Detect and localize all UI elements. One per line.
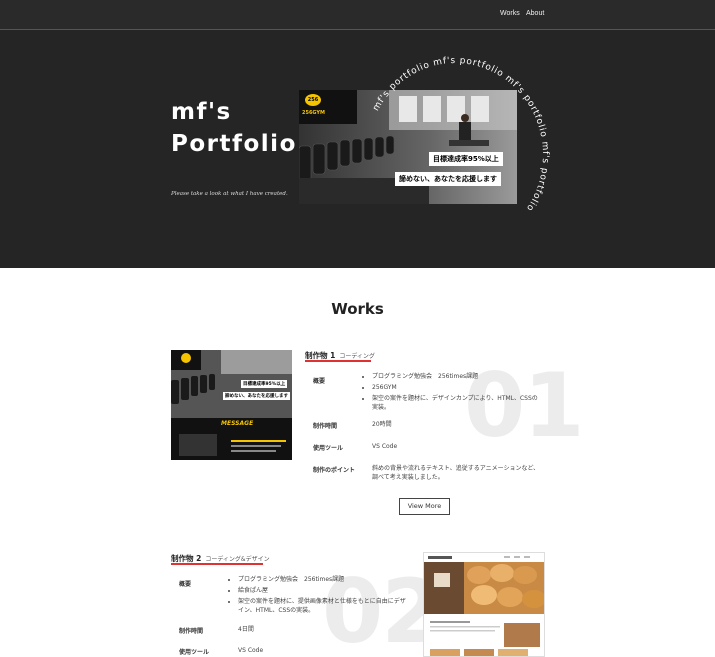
svg-text:mf's portfolio mf's portfolio: mf's portfolio mf's portfolio mf's portf… bbox=[371, 56, 550, 213]
work1-time: 20時間 bbox=[372, 421, 392, 428]
nav-link-works[interactable]: Works bbox=[500, 10, 520, 17]
work1-overview: プログラミング勉強会 256times課題 256GYM 架空の案件を題材に、デ… bbox=[364, 372, 542, 414]
work1-overview-item: 架空の案件を題材に、デザインカンプにより、HTML、CSSの実装。 bbox=[372, 394, 542, 412]
work2-tools: VS Code bbox=[238, 647, 264, 654]
work2-overview-item: プログラミング勉強会 256times課題 bbox=[238, 575, 410, 584]
ring-text: mf's portfolio mf's portfolio mf's portf… bbox=[371, 56, 549, 213]
work1-tools-label: 使用ツール bbox=[313, 445, 344, 452]
work2-time: 4日間 bbox=[238, 626, 254, 633]
work2-thumbnail[interactable] bbox=[423, 552, 545, 657]
work2-title-underline bbox=[171, 563, 263, 565]
works-heading: Works bbox=[331, 300, 384, 318]
work2-time-label: 制作時間 bbox=[179, 628, 204, 635]
work1-overview-item: プログラミング勉強会 256times課題 bbox=[372, 372, 542, 381]
work1-title-text: 制作物 1 bbox=[305, 351, 336, 360]
rotating-ring-text: mf's portfolio mf's portfolio mf's portf… bbox=[371, 56, 550, 213]
work1-points: 斜めの背景や流れるテキスト、追従するアニメーションなど、調べて考え実装しました。 bbox=[372, 465, 540, 481]
work2-overview-item: 給食ぱん屋 bbox=[238, 586, 410, 595]
hero-title-line2: Portfolio bbox=[171, 131, 297, 157]
work1-thumb-badge2: 諦めない、あなたを応援します bbox=[223, 392, 290, 400]
work1-points-label: 制作のポイント bbox=[313, 467, 356, 474]
work1-title-underline bbox=[305, 360, 371, 362]
nav-link-about[interactable]: About bbox=[526, 10, 544, 17]
work1-overview-label: 概要 bbox=[313, 378, 326, 385]
top-navbar: Works About bbox=[0, 0, 715, 30]
hero-section: mf's Portfolio Please take a look at wha… bbox=[0, 30, 715, 268]
hero-title-line1: mf's bbox=[171, 99, 232, 125]
work1-thumb-badge1: 目標達成率95%以上 bbox=[241, 380, 288, 388]
work2-overview-item: 架空の案件を題材に、提供画像素材と仕様をもとに自由にデザイン、HTML、CSSの… bbox=[238, 597, 410, 615]
gym-logo-number: 256 bbox=[305, 94, 321, 106]
work1-overview-item: 256GYM bbox=[372, 383, 542, 392]
work2-tag: コーディング&デザイン bbox=[205, 556, 270, 563]
hero-title: mf's Portfolio bbox=[171, 96, 301, 160]
work2-title-text: 制作物 2 bbox=[171, 554, 202, 563]
work1-tools: VS Code bbox=[372, 443, 398, 450]
work1-thumbnail-image bbox=[171, 350, 292, 460]
work1-tag: コーディング bbox=[339, 353, 375, 360]
hero-subtitle: Please take a look at what I have create… bbox=[171, 191, 288, 197]
work2-overview: プログラミング勉強会 256times課題 給食ぱん屋 架空の案件を題材に、提供… bbox=[230, 575, 410, 617]
work2-tools-label: 使用ツール bbox=[179, 649, 210, 656]
gym-logo-name: 256GYM bbox=[302, 110, 326, 116]
work2-overview-label: 概要 bbox=[179, 581, 192, 588]
work1-thumb-message: MESSAGE bbox=[221, 420, 254, 427]
work2-thumbnail-image bbox=[424, 553, 544, 656]
work1-view-more-button[interactable]: View More bbox=[399, 498, 450, 515]
work1-time-label: 制作時間 bbox=[313, 423, 338, 430]
work1-thumbnail[interactable]: 目標達成率95%以上 諦めない、あなたを応援します MESSAGE bbox=[171, 350, 292, 460]
